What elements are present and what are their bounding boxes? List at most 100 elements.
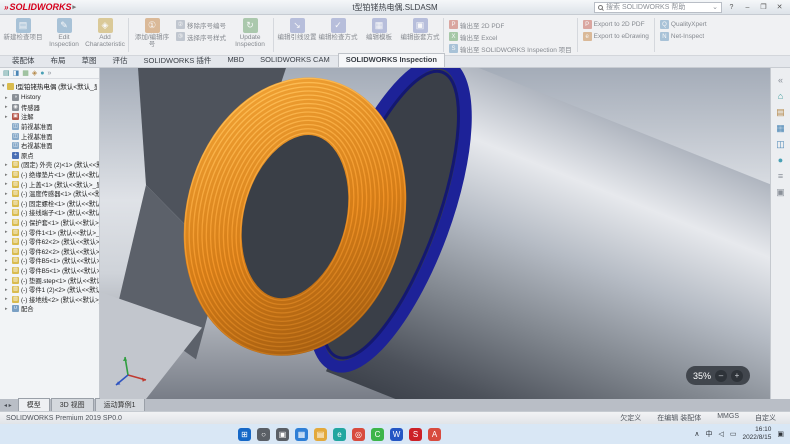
feature-tree-item[interactable]: ▸ ▧ (-) 固定螺栓<1> (默认<<默认>_显示状	[5, 199, 99, 209]
ribbon-button[interactable]: ③ 选择序号样式	[174, 31, 228, 42]
task-pane-icon[interactable]: ▦	[776, 124, 785, 133]
feature-tree-item[interactable]: ▸ ◫ 右视基准面	[5, 141, 99, 151]
graphics-viewport[interactable]: 35% – +	[100, 68, 770, 399]
ribbon-button[interactable]: N Net-Inspect	[658, 31, 709, 42]
status-item[interactable]: 在编辑 装配体	[657, 413, 701, 423]
ribbon-tab[interactable]: SOLIDWORKS CAM	[252, 53, 338, 67]
panel-tab-icon[interactable]: ▤	[3, 70, 10, 77]
expand-arrow-icon[interactable]: ▸	[5, 296, 10, 302]
panel-tab-icon[interactable]: ●	[40, 70, 44, 77]
task-pane-icon[interactable]: ▤	[776, 108, 785, 117]
ribbon-button[interactable]: ② 移除序号编号	[174, 19, 228, 30]
expand-arrow-icon[interactable]: ▸	[5, 172, 10, 178]
search-input[interactable]: 搜索 SOLIDWORKS 帮助 ⌄	[594, 2, 722, 13]
document-tab[interactable]: 3D 视图	[51, 398, 94, 411]
expand-arrow-icon[interactable]: ▸	[5, 220, 10, 226]
feature-tree-item[interactable]: ▸ ▧ (-) 零件1<1> (默认<<默认>_显示状态	[5, 227, 99, 237]
expand-arrow-icon[interactable]: ▸	[5, 210, 10, 216]
feature-tree-item[interactable]: ▸ ◉ 传感器	[5, 103, 99, 113]
taskbar-app-icon[interactable]: ◎	[352, 428, 365, 441]
task-pane-icon[interactable]: «	[778, 76, 783, 85]
ribbon-button[interactable]: ① 添加/编辑序号	[132, 16, 172, 54]
ime-indicator[interactable]: 中	[705, 429, 712, 439]
ribbon-button[interactable]: ↘ 编辑引线设置	[277, 16, 317, 54]
task-pane-icon[interactable]: ⌂	[778, 92, 783, 101]
expand-arrow-icon[interactable]: ▸	[5, 162, 10, 168]
taskbar-app-icon[interactable]: W	[390, 428, 403, 441]
expand-arrow-icon[interactable]: ▸	[5, 229, 10, 235]
taskbar-app-icon[interactable]: A	[428, 428, 441, 441]
search-chevron-icon[interactable]: ⌄	[712, 3, 718, 11]
maximize-button[interactable]: ❐	[757, 2, 770, 13]
ribbon-tab[interactable]: 装配体	[4, 53, 43, 67]
taskbar-app-icon[interactable]: ○	[257, 428, 270, 441]
ribbon-button[interactable]: e Export to eDrawing	[581, 31, 651, 42]
network-icon[interactable]: ▭	[730, 430, 737, 438]
feature-tree-item[interactable]: ▸ ▧ (-) 零件1 (2)<2> (默认<<默认>_显示	[5, 285, 99, 295]
feature-tree-item[interactable]: ▸ ▣ 注解	[5, 112, 99, 122]
feature-tree-item[interactable]: ▸ ▧ (-) 温度传感器<1> (默认<<默认>_显示	[5, 189, 99, 199]
feature-tree-item[interactable]: ▸ ▧ (-) 零件B5<1> (默认<<默认>_显示状	[5, 266, 99, 276]
taskbar-app-icon[interactable]: e	[333, 428, 346, 441]
zoom-in-button[interactable]: +	[731, 370, 743, 382]
ribbon-button[interactable]: Q QualityXpert	[658, 19, 709, 30]
task-pane-icon[interactable]: ≡	[778, 172, 783, 181]
ribbon-button[interactable]: ▦ 编辑模板	[359, 16, 399, 54]
expand-arrow-icon[interactable]: ▸	[5, 248, 10, 254]
document-tab[interactable]: 运动算例1	[95, 398, 145, 411]
ribbon-tab[interactable]: 评估	[105, 53, 136, 67]
expand-arrow-icon[interactable]: ▸	[5, 95, 10, 101]
notification-icon[interactable]: ▣	[777, 430, 784, 438]
ribbon-button[interactable]: ◈ Add Characteristic	[85, 16, 125, 54]
ribbon-button[interactable]: ✓ 编辑检查方式	[318, 16, 358, 54]
expand-arrow-icon[interactable]: ▸	[5, 277, 10, 283]
zoom-out-button[interactable]: –	[715, 370, 727, 382]
assembly-root[interactable]: ▾ t型铂铑热电偶 (默认<默认_显示状态-1>)	[0, 79, 99, 93]
menu-flyout-arrow-icon[interactable]: ▸	[72, 3, 76, 11]
minimize-button[interactable]: –	[741, 2, 754, 13]
expand-arrow-icon[interactable]: ▸	[5, 200, 10, 206]
expand-arrow-icon[interactable]: ▸	[5, 181, 10, 187]
volume-icon[interactable]: ◁	[718, 430, 723, 438]
expand-arrow-icon[interactable]: ▸	[5, 258, 10, 264]
ribbon-tab[interactable]: MBD	[219, 53, 252, 67]
tray-chevron-icon[interactable]: ∧	[694, 430, 699, 438]
status-item[interactable]: 欠定义	[620, 413, 641, 423]
expand-arrow-icon[interactable]: ▸	[5, 104, 10, 110]
feature-tree-item[interactable]: ▸ ∪ 配合	[5, 304, 99, 314]
feature-tree-item[interactable]: ▸ ▧ (-) 零件62<2> (默认<<默认>_显示状	[5, 247, 99, 257]
panel-tab-icon[interactable]: ▦	[22, 70, 29, 77]
feature-tree-item[interactable]: ▸ ▧ (-) 零件B5<1> (默认<<默认>_显示状	[5, 256, 99, 266]
ribbon-tab[interactable]: 草图	[74, 53, 105, 67]
status-item[interactable]: MMGS	[717, 413, 739, 423]
document-tab[interactable]: 模型	[18, 398, 50, 411]
ribbon-button[interactable]: S 输出至 SOLIDWORKS Inspection 项目	[447, 43, 574, 54]
feature-tree-item[interactable]: ▸ ◫ 上视基准面	[5, 131, 99, 141]
ribbon-tab[interactable]: SOLIDWORKS Inspection	[338, 53, 445, 67]
help-button[interactable]: ?	[725, 2, 738, 13]
feature-tree-item[interactable]: ▸ ◑ History	[5, 93, 99, 103]
ribbon-button[interactable]: ▤ 新建检查项目	[3, 16, 43, 54]
panel-tab-icon[interactable]: ◈	[32, 70, 37, 77]
ribbon-tab[interactable]: 布局	[43, 53, 74, 67]
tab-scroll-icons[interactable]: ◂ ▸	[4, 402, 12, 409]
feature-tree-item[interactable]: ▸ ▧ (-) 零件62<2> (默认<<默认>_显示状	[5, 237, 99, 247]
solidworks-logo[interactable]: » SOLIDWORKS ▸	[4, 2, 76, 12]
ribbon-button[interactable]: P 输出至 2D PDF	[447, 19, 574, 30]
ribbon-button[interactable]: ✎ Edit Inspection	[44, 16, 84, 54]
ribbon-button[interactable]: ↻ Update Inspection	[230, 16, 270, 54]
collapse-arrow-icon[interactable]: ▾	[2, 83, 5, 89]
feature-tree-item[interactable]: ▸ ▧ (固定) 外壳 (2)<1> (默认<<默认>_显示状	[5, 160, 99, 170]
taskbar-app-icon[interactable]: ▣	[276, 428, 289, 441]
feature-tree-item[interactable]: ▸ ▧ (-) 上盖<1> (默认<<默认>_显示状态	[5, 179, 99, 189]
panel-tab-icon[interactable]: ◨	[13, 70, 20, 77]
expand-arrow-icon[interactable]: ▸	[5, 287, 10, 293]
ribbon-button[interactable]: ▣ 编辑嵌套方式	[400, 16, 440, 54]
taskbar-app-icon[interactable]: S	[409, 428, 422, 441]
taskbar-app-icon[interactable]: C	[371, 428, 384, 441]
feature-tree-item[interactable]: ▸ ▧ (-) 绝缘垫片<1> (默认<<默认>_显示状	[5, 170, 99, 180]
ribbon-tab[interactable]: SOLIDWORKS 插件	[136, 53, 220, 67]
expand-arrow-icon[interactable]: ▸	[5, 191, 10, 197]
ribbon-button[interactable]: P Export to 2D PDF	[581, 19, 651, 30]
feature-tree-item[interactable]: ▸ + 原点	[5, 151, 99, 161]
